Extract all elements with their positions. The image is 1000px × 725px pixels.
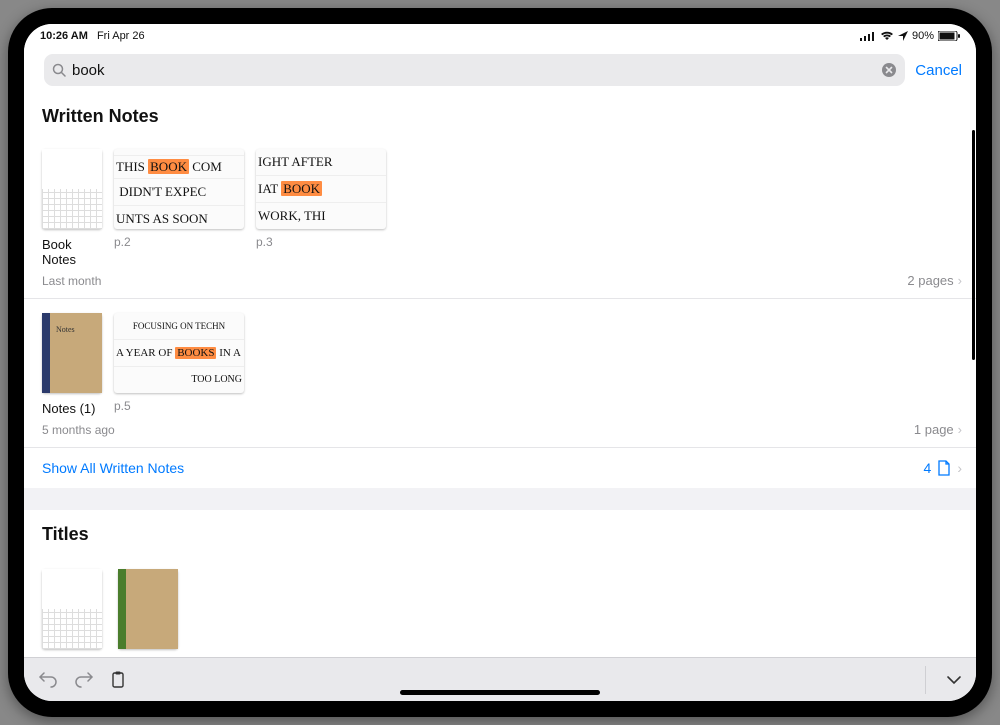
status-date: Fri Apr 26 <box>97 30 145 42</box>
page-thumbnail[interactable]: FOCUSING ON TECHN A YEAR OF BOOKS IN A T… <box>114 313 244 393</box>
show-all-label: Show All Written Notes <box>42 460 184 476</box>
search-result[interactable]: Book Notes THIS BOOK COM DIDN'T EXPEC UN… <box>24 135 976 298</box>
status-time: 10:26 AM <box>40 30 88 42</box>
location-icon <box>898 31 908 41</box>
search-icon <box>52 63 66 77</box>
result-age: Last month <box>42 274 101 288</box>
notebook-cover: Notes <box>42 313 102 393</box>
chevron-right-icon: › <box>958 273 962 288</box>
battery-icon <box>938 31 960 41</box>
status-bar: 10:26 AM Fri Apr 26 90% <box>24 24 976 48</box>
page-thumbnail[interactable]: THIS BOOK COM DIDN'T EXPEC UNTS AS SOON <box>114 149 244 229</box>
page-label: p.2 <box>114 235 244 249</box>
pages-count: 1 page <box>914 422 954 437</box>
chevron-right-icon: › <box>957 460 962 476</box>
redo-icon[interactable] <box>74 672 94 688</box>
section-header-written: Written Notes <box>24 92 976 135</box>
chevron-right-icon: › <box>958 422 962 437</box>
cancel-button[interactable]: Cancel <box>915 62 962 79</box>
clear-icon[interactable] <box>881 62 897 78</box>
search-field[interactable] <box>44 54 905 86</box>
show-all-count: 4 <box>924 460 932 476</box>
page-icon <box>937 460 951 476</box>
result-age: 5 months ago <box>42 423 115 437</box>
page-label: p.3 <box>256 235 386 249</box>
notebook-cover <box>42 149 102 229</box>
notebook-cover[interactable] <box>42 569 102 649</box>
result-title: Book Notes <box>42 237 102 267</box>
home-indicator[interactable] <box>400 690 600 695</box>
search-result[interactable]: Notes Notes (1) FOCUSING ON TECHN A YEAR… <box>24 298 976 447</box>
page-label: p.5 <box>114 399 244 413</box>
cellular-icon <box>860 31 876 41</box>
section-header-titles: Titles <box>24 510 976 553</box>
status-icons: 90% <box>860 30 960 42</box>
show-all-written-notes[interactable]: Show All Written Notes 4 › <box>24 447 976 488</box>
chevron-down-icon[interactable] <box>946 675 962 685</box>
undo-icon[interactable] <box>38 672 58 688</box>
clipboard-icon[interactable] <box>110 671 126 689</box>
scroll-indicator[interactable] <box>972 130 975 360</box>
wifi-icon <box>880 31 894 41</box>
notebook-cover[interactable] <box>118 569 178 649</box>
pages-count: 2 pages <box>907 273 953 288</box>
result-title: Notes (1) <box>42 401 102 416</box>
battery-percent: 90% <box>912 30 934 42</box>
search-input[interactable] <box>72 62 875 79</box>
page-thumbnail[interactable]: IGHT AFTER IAT BOOK WORK, THI PS LATES <box>256 149 386 229</box>
